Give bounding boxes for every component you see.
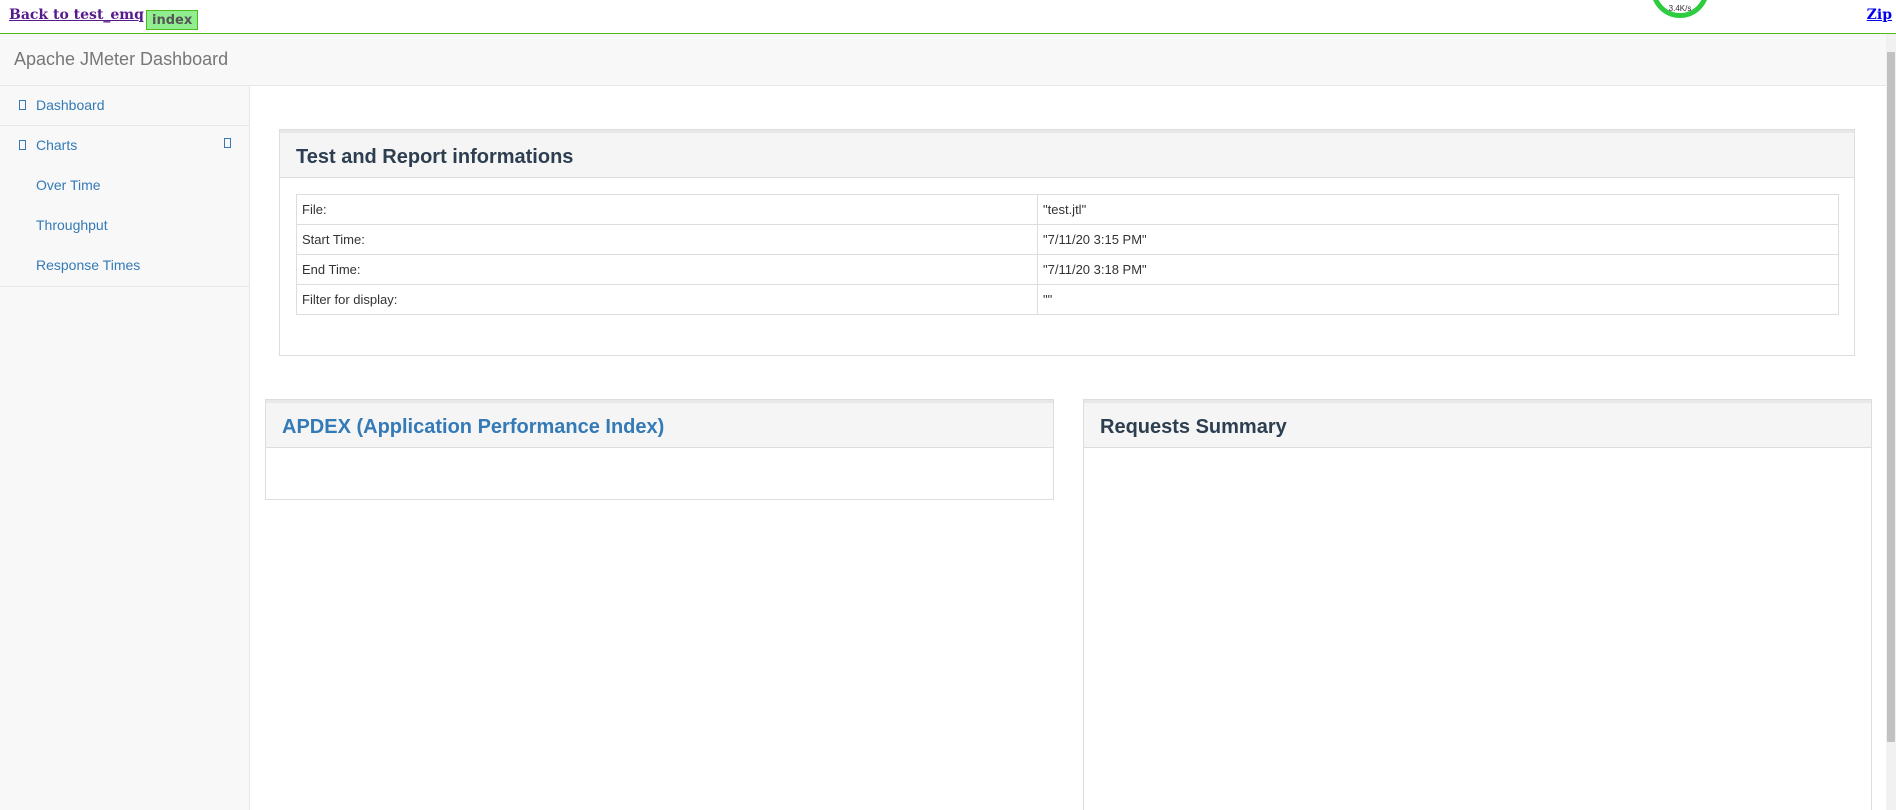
sidebar-item-dashboard[interactable]: Dashboard: [0, 86, 249, 126]
table-row: Filter for display: "": [296, 284, 1839, 315]
zip-link[interactable]: Zip: [1867, 7, 1892, 23]
network-speed-indicator: 3.4K/s: [1651, 0, 1709, 18]
table-row: End Time: "7/11/20 3:18 PM": [296, 254, 1839, 285]
table-row: File: "test.jtl": [296, 194, 1839, 225]
bar-chart-icon: [19, 140, 26, 150]
dashboard-icon: [19, 100, 26, 110]
test-report-info-panel: Test and Report informations File: "test…: [279, 129, 1855, 356]
sidebar-item-label: Response Times: [36, 257, 141, 273]
panel-title: Requests Summary: [1100, 416, 1287, 438]
panel-heading: Test and Report informations: [280, 130, 1854, 178]
scrollbar-thumb[interactable]: [1887, 52, 1895, 742]
info-value: "7/11/20 3:15 PM": [1037, 224, 1839, 255]
info-value: "7/11/20 3:18 PM": [1037, 254, 1839, 285]
vertical-scrollbar[interactable]: [1886, 34, 1896, 810]
sidebar-item-over-time[interactable]: Over Time: [0, 166, 249, 206]
panel-heading: Requests Summary: [1084, 400, 1871, 448]
info-key: End Time:: [296, 254, 1038, 285]
panel-heading: APDEX (Application Performance Index): [266, 400, 1053, 448]
table-row: Start Time: "7/11/20 3:15 PM": [296, 224, 1839, 255]
sidebar-divider: [0, 286, 249, 287]
info-key: Filter for display:: [296, 284, 1038, 315]
index-badge: index: [146, 10, 199, 30]
collapse-arrow-icon[interactable]: [224, 138, 231, 148]
apdex-title-link[interactable]: APDEX (Application Performance Index): [282, 416, 664, 439]
navbar: Apache JMeter Dashboard: [0, 34, 1886, 86]
apdex-panel: APDEX (Application Performance Index): [265, 399, 1054, 500]
speed-value: 3.4K/s: [1668, 4, 1692, 13]
sidebar: Dashboard Charts Over Time Throughput Re…: [0, 86, 250, 810]
info-table: File: "test.jtl" Start Time: "7/11/20 3:…: [296, 194, 1839, 315]
info-value: "test.jtl": [1037, 194, 1839, 225]
panel-title: Test and Report informations: [296, 146, 574, 168]
info-value: "": [1037, 284, 1839, 315]
sidebar-item-label: Charts: [36, 137, 78, 153]
info-key: File:: [296, 194, 1038, 225]
sidebar-item-response-times[interactable]: Response Times: [0, 246, 249, 286]
requests-summary-panel: Requests Summary: [1083, 399, 1872, 810]
sidebar-item-label: Dashboard: [36, 97, 105, 113]
info-key: Start Time:: [296, 224, 1038, 255]
sidebar-item-throughput[interactable]: Throughput: [0, 206, 249, 246]
sidebar-item-label: Throughput: [36, 217, 108, 233]
back-to-test-link[interactable]: Back to test_emq: [9, 7, 144, 23]
sidebar-item-label: Over Time: [36, 177, 101, 193]
brand-title[interactable]: Apache JMeter Dashboard: [14, 49, 228, 70]
sidebar-item-charts[interactable]: Charts: [0, 126, 249, 166]
report-top-bar: Back to test_emq index 3.4K/s Zip: [0, 0, 1896, 34]
